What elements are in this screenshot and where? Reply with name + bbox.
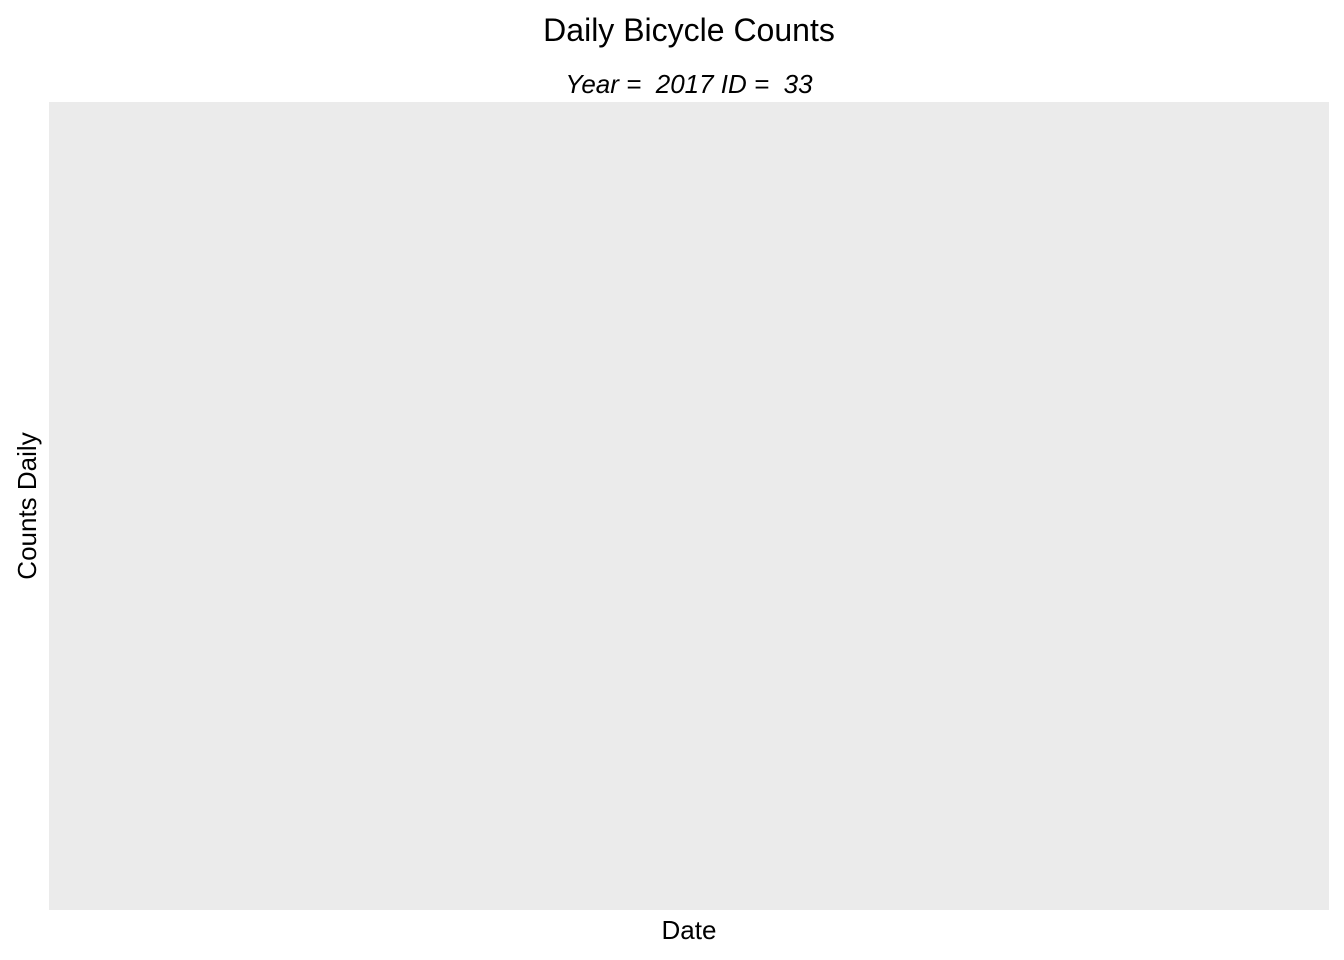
x-axis-label: Date (661, 915, 717, 945)
plot-panel (49, 102, 1329, 910)
chart-title: Daily Bicycle Counts (543, 12, 835, 48)
chart-subtitle: Year = 2017 ID = 33 (565, 69, 813, 99)
plot-area (49, 102, 1329, 910)
y-axis-label: Counts Daily (12, 432, 42, 580)
